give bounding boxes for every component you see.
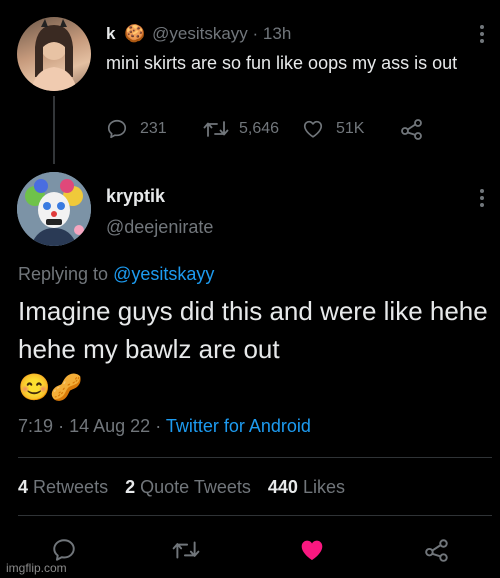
display-name[interactable]: k	[106, 24, 115, 43]
reply-icon	[53, 539, 75, 561]
meta-separator-2: ·	[155, 416, 162, 436]
main-share-button[interactable]	[424, 538, 450, 562]
header-separator: ·	[252, 24, 259, 43]
tweet-date[interactable]: 14 Aug 22	[69, 416, 150, 436]
meta-separator: ·	[58, 416, 65, 436]
replying-to: Replying to @yesitskayy	[18, 264, 214, 285]
handle[interactable]: @yesitskayy	[152, 24, 248, 43]
tweet-header: k 🍪 @yesitskayy · 13h	[106, 24, 291, 44]
share-icon	[425, 539, 448, 562]
quotes-count: 2	[125, 477, 136, 497]
retweets-stat[interactable]: 4 Retweets	[18, 477, 113, 497]
tweet-timestamp[interactable]: 7:19	[18, 416, 53, 436]
likes-count: 440	[267, 477, 298, 497]
likes-stat[interactable]: 440 Likes	[268, 477, 345, 497]
more-icon	[480, 25, 484, 43]
heart-icon	[301, 540, 323, 560]
retweet-icon	[172, 541, 200, 559]
retweet-count: 5,646	[239, 120, 280, 137]
avatar-image	[31, 19, 77, 91]
retweets-label: Retweets	[33, 477, 109, 497]
more-button[interactable]	[472, 22, 492, 46]
reply-text: Imagine guys did this and were like hehe…	[18, 296, 488, 364]
retweet-icon	[203, 121, 229, 137]
reply-count: 231	[140, 120, 167, 137]
avatar-image	[17, 172, 91, 246]
reply-author-name[interactable]: kryptik	[106, 186, 165, 207]
quotes-label: Quote Tweets	[140, 477, 251, 497]
likes-label: Likes	[302, 477, 345, 497]
avatar-yesitskayy[interactable]	[17, 17, 91, 91]
like-action[interactable]: 51K	[302, 118, 364, 140]
reply-action[interactable]: 231	[106, 118, 167, 140]
main-retweet-button[interactable]	[172, 538, 200, 562]
divider-bottom	[18, 515, 492, 516]
thread-line	[53, 96, 55, 164]
divider-top	[18, 457, 492, 458]
more-icon	[480, 189, 484, 207]
retweets-count: 4	[18, 477, 29, 497]
tweet-time[interactable]: 13h	[263, 24, 291, 43]
replying-to-prefix: Replying to	[18, 264, 109, 284]
watermark: imgflip.com	[6, 561, 67, 575]
heart-icon	[303, 120, 323, 138]
tweet-source[interactable]: Twitter for Android	[166, 416, 311, 436]
avatar-deejenirate[interactable]	[17, 172, 91, 246]
cookie-emoji: 🍪	[124, 24, 146, 43]
reply-author-handle[interactable]: @deejenirate	[106, 217, 213, 238]
main-reply-button[interactable]	[51, 537, 77, 563]
like-count: 51K	[336, 120, 365, 137]
tweet-text: mini skirts are so fun like oops my ass …	[106, 53, 458, 73]
reply-more-button[interactable]	[472, 186, 492, 210]
share-icon	[401, 119, 422, 140]
reply-icon	[107, 119, 127, 139]
quotes-stat[interactable]: 2 Quote Tweets	[125, 477, 256, 497]
reply-emojis: 😊🥜	[18, 372, 83, 402]
main-like-button[interactable]	[298, 537, 326, 563]
engagement-stats: 4 Retweets 2 Quote Tweets 440 Likes	[18, 477, 345, 498]
retweet-action[interactable]: 5,646	[203, 118, 279, 140]
tweet-meta: 7:19 · 14 Aug 22 · Twitter for Android	[18, 416, 311, 437]
share-action[interactable]	[400, 118, 424, 140]
replying-to-handle[interactable]: @yesitskayy	[113, 264, 214, 284]
